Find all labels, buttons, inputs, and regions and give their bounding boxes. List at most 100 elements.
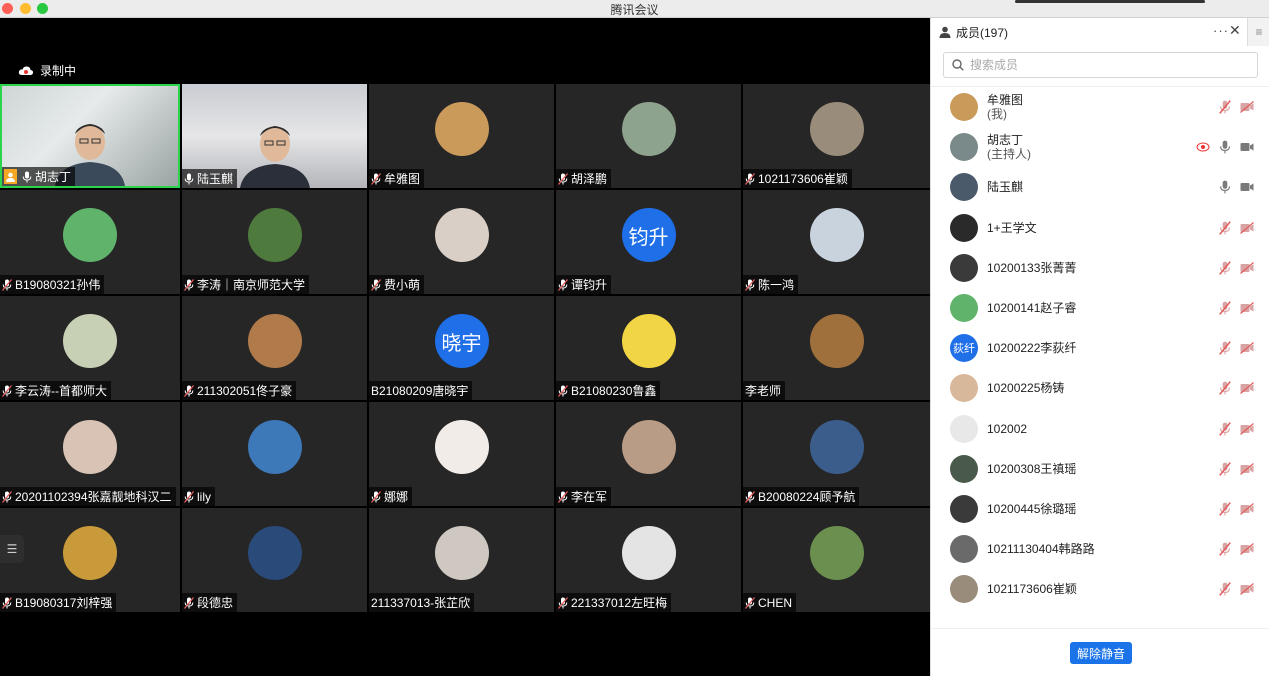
member-row[interactable]: 10200308王禛瑶 <box>931 449 1269 489</box>
mic-icon[interactable] <box>1218 140 1232 154</box>
participant-avatar <box>809 526 864 580</box>
participant-nameplate: 陆玉麒 <box>182 169 238 188</box>
avatar-initials: 钧升 <box>628 226 669 249</box>
mic-muted-icon[interactable] <box>1218 582 1232 597</box>
mic-muted-icon[interactable] <box>1218 100 1232 114</box>
participant-tile[interactable]: B20080224顾予航 <box>743 402 930 506</box>
mic-muted-icon[interactable] <box>1218 341 1232 356</box>
member-row[interactable]: 10200445徐璐瑶 <box>931 489 1269 529</box>
camera-off-icon[interactable] <box>1240 422 1254 436</box>
participant-tile[interactable]: 20201102394张嘉靓地科汉二 <box>0 402 180 506</box>
recording-icon <box>1196 142 1210 152</box>
mic-muted-icon[interactable] <box>1218 260 1232 275</box>
camera-off-icon[interactable] <box>1240 462 1254 476</box>
mic-muted-icon[interactable] <box>1218 461 1232 476</box>
participant-tile[interactable]: 李在军 <box>556 402 741 506</box>
participant-tile[interactable]: 胡泽鹏 <box>556 84 741 188</box>
participant-tile[interactable]: 胡志丁 <box>0 84 180 188</box>
member-row[interactable]: 10200133张菁菁 <box>931 248 1269 288</box>
participant-tile[interactable]: CHEN <box>743 508 930 612</box>
camera-off-icon[interactable] <box>1240 301 1254 315</box>
camera-off-icon[interactable] <box>1240 542 1254 556</box>
mic-muted-icon[interactable] <box>1218 220 1232 235</box>
menu-icon[interactable]: ≡ <box>1247 18 1269 46</box>
recording-label: 录制中 <box>40 64 77 78</box>
member-name: 10200133张菁菁 <box>987 260 1077 275</box>
camera-off-icon[interactable] <box>1240 341 1254 355</box>
participant-tile[interactable]: 费小萌 <box>369 190 554 294</box>
more-options-icon[interactable]: ··· <box>1213 23 1229 38</box>
participant-name: 费小萌 <box>384 278 421 292</box>
member-name-block: 1021173606崔颖 <box>987 582 1077 596</box>
participant-tile[interactable]: 李老师 <box>743 296 930 400</box>
camera-off-icon[interactable] <box>1240 502 1254 516</box>
member-row[interactable]: 荻纤 10200222李荻纤 <box>931 328 1269 368</box>
member-row[interactable]: 10200141赵子睿 <box>931 288 1269 328</box>
participant-tile[interactable]: 211302051佟子豪 <box>182 296 367 400</box>
member-status-icons <box>1218 180 1254 194</box>
member-avatar <box>950 93 978 121</box>
mic-muted-icon[interactable] <box>1218 542 1232 557</box>
participant-name: 李涛｜南京师范大学 <box>197 278 306 292</box>
mic-muted-icon[interactable] <box>1218 301 1232 315</box>
participant-video <box>239 126 310 188</box>
camera-icon[interactable] <box>1240 140 1254 154</box>
member-name-block: 10200222李荻纤 <box>987 341 1076 355</box>
participant-tile[interactable]: B19080321孙伟 <box>0 190 180 294</box>
participant-avatar <box>809 208 864 262</box>
participant-tile[interactable]: 牟雅图 <box>369 84 554 188</box>
members-title: 成员(197) <box>956 25 1009 40</box>
participant-name: 段德忠 <box>197 596 234 610</box>
participant-tile[interactable]: 211337013-张芷欣 <box>369 508 554 612</box>
list-toggle-button[interactable]: ☰ <box>0 535 24 563</box>
search-input[interactable] <box>970 58 1240 72</box>
member-avatar <box>950 454 978 483</box>
participant-tile[interactable]: B21080230鲁鑫 <box>556 296 741 400</box>
mic-muted-icon[interactable] <box>1218 381 1232 396</box>
mic-icon[interactable] <box>1218 180 1232 194</box>
camera-off-icon[interactable] <box>1240 100 1254 114</box>
member-row[interactable]: 10200225杨铸 <box>931 368 1269 408</box>
camera-off-icon[interactable] <box>1240 582 1254 596</box>
member-row[interactable]: 1+王学文 <box>931 208 1269 248</box>
member-row[interactable]: 胡志丁 (主持人) <box>931 127 1269 167</box>
member-row[interactable]: 牟雅图 (我) <box>931 87 1269 127</box>
participant-tile[interactable]: 221337012左旺梅 <box>556 508 741 612</box>
member-name-block: 牟雅图 (我) <box>987 93 1023 121</box>
member-row[interactable]: 10211130404韩路路 <box>931 529 1269 569</box>
participant-tile[interactable]: lily <box>182 402 367 506</box>
member-row[interactable]: 陆玉麒 <box>931 167 1269 207</box>
member-name-block: 10211130404韩路路 <box>987 542 1095 556</box>
mic-muted-icon[interactable] <box>1218 421 1232 436</box>
participant-tile[interactable]: 段德忠 <box>182 508 367 612</box>
participant-avatar <box>434 526 489 580</box>
close-icon[interactable]: ✕ <box>1229 22 1241 39</box>
camera-icon[interactable] <box>1240 180 1254 194</box>
camera-off-icon[interactable] <box>1240 261 1254 275</box>
participant-tile[interactable]: 陆玉麒 <box>182 84 367 188</box>
participant-tile[interactable]: 陈一鸿 <box>743 190 930 294</box>
member-row[interactable]: 102002 <box>931 409 1269 449</box>
member-status-icons <box>1218 260 1254 275</box>
member-name-block: 102002 <box>987 422 1027 436</box>
camera-off-icon[interactable] <box>1240 381 1254 395</box>
participant-tile[interactable]: 李云涛--首都师大 <box>0 296 180 400</box>
unmute-all-button[interactable]: 解除静音 <box>1070 642 1132 664</box>
participant-tile[interactable]: B19080317刘梓强 <box>0 508 180 612</box>
person-icon <box>939 26 951 38</box>
participant-avatar <box>434 208 489 262</box>
camera-off-icon[interactable] <box>1240 221 1254 235</box>
member-status-icons <box>1196 140 1254 154</box>
participant-name: B21080209唐晓宇 <box>371 384 469 398</box>
participant-tile[interactable]: 钧升 谭钧升 <box>556 190 741 294</box>
participant-avatar <box>621 102 676 156</box>
participant-name: B19080317刘梓强 <box>15 596 113 610</box>
participant-tile[interactable]: 娜娜 <box>369 402 554 506</box>
member-name: 10200141赵子睿 <box>987 301 1077 315</box>
participant-tile[interactable]: 1021173606崔颖 <box>743 84 930 188</box>
member-row[interactable]: 1021173606崔颖 <box>931 569 1269 609</box>
mic-muted-icon[interactable] <box>1218 502 1232 516</box>
participant-tile[interactable]: 李涛｜南京师范大学 <box>182 190 367 294</box>
participant-tile[interactable]: 晓宇 B21080209唐晓宇 <box>369 296 554 400</box>
mic-muted-icon <box>184 596 194 609</box>
